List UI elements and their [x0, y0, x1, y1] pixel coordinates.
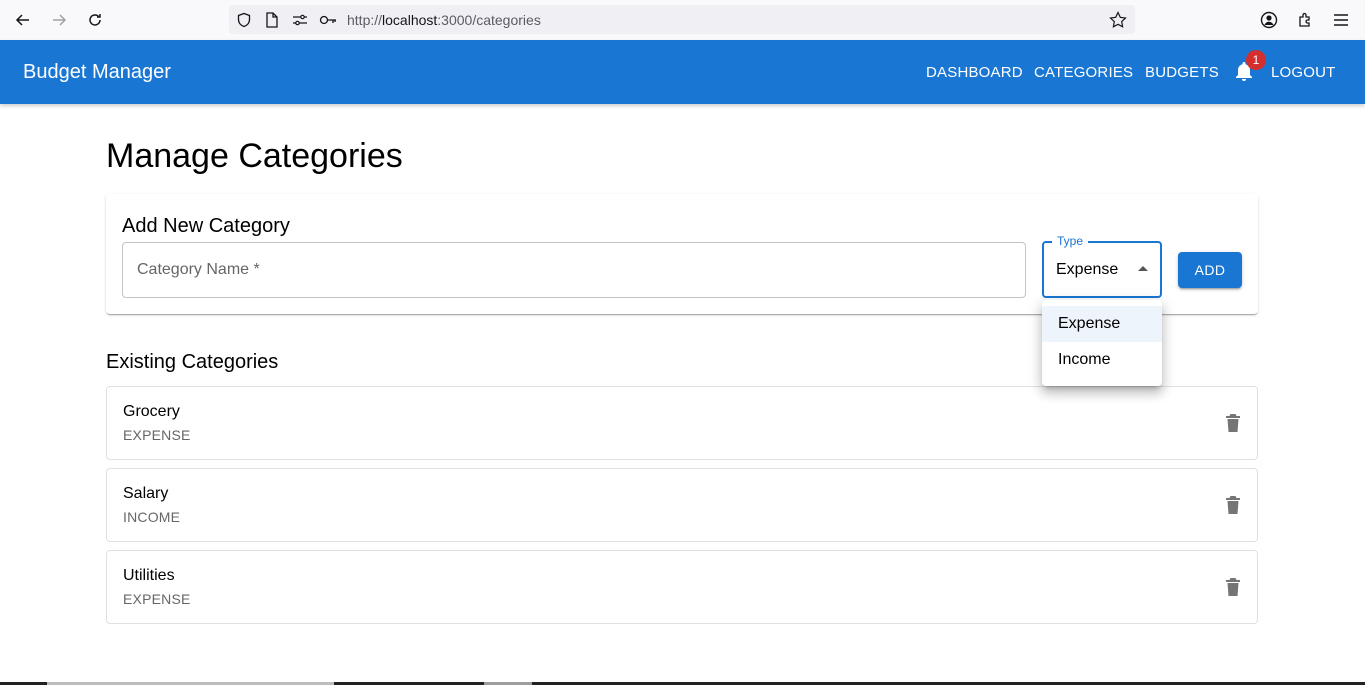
category-type: EXPENSE	[123, 591, 191, 607]
permissions-icon[interactable]	[291, 11, 309, 29]
category-name-input[interactable]: Category Name *	[122, 242, 1026, 298]
caret-up-icon	[1138, 266, 1148, 271]
trash-icon[interactable]	[1225, 495, 1241, 515]
shield-icon[interactable]	[235, 11, 253, 29]
address-bar[interactable]: http://localhost:3000/categories	[229, 5, 1135, 34]
type-option-income[interactable]: Income	[1042, 342, 1162, 378]
list-item: Salary INCOME	[106, 468, 1258, 542]
app-title[interactable]: Budget Manager	[23, 61, 171, 84]
list-item: Utilities EXPENSE	[106, 550, 1258, 624]
category-name-placeholder: Category Name *	[137, 261, 260, 278]
star-icon[interactable]	[1109, 11, 1127, 29]
extensions-icon[interactable]	[1293, 8, 1317, 32]
back-icon[interactable]	[11, 8, 35, 32]
nav-dashboard[interactable]: DASHBOARD	[926, 64, 1023, 81]
browser-toolbar: http://localhost:3000/categories	[0, 0, 1365, 40]
category-type: INCOME	[123, 509, 181, 525]
type-selected-value: Expense	[1056, 261, 1119, 278]
key-icon[interactable]	[319, 11, 337, 29]
category-name: Salary	[123, 485, 169, 502]
category-name: Grocery	[123, 403, 180, 420]
existing-categories-title: Existing Categories	[106, 351, 279, 373]
forward-icon[interactable]	[47, 8, 71, 32]
add-category-card: Add New Category Category Name * Type Ex…	[106, 194, 1258, 314]
menu-icon[interactable]	[1329, 8, 1353, 32]
list-item: Grocery EXPENSE	[106, 386, 1258, 460]
type-label: Type	[1052, 234, 1089, 248]
page-icon[interactable]	[263, 11, 281, 29]
trash-icon[interactable]	[1225, 413, 1241, 433]
page-title: Manage Categories	[106, 137, 403, 175]
category-name: Utilities	[123, 567, 175, 584]
notification-badge: 1	[1246, 50, 1266, 70]
url-text: http://localhost:3000/categories	[347, 12, 541, 28]
trash-icon[interactable]	[1225, 577, 1241, 597]
type-option-expense[interactable]: Expense	[1042, 306, 1162, 342]
account-icon[interactable]	[1257, 8, 1281, 32]
add-category-title: Add New Category	[122, 215, 290, 237]
category-type: EXPENSE	[123, 427, 191, 443]
type-select[interactable]: Type Expense	[1042, 234, 1162, 298]
add-button[interactable]: ADD	[1178, 252, 1242, 288]
app-bar: Budget Manager DASHBOARD CATEGORIES BUDG…	[0, 40, 1365, 104]
logout-link[interactable]: LOGOUT	[1271, 64, 1336, 81]
type-dropdown-menu: Expense Income	[1042, 300, 1162, 386]
nav-budgets[interactable]: BUDGETS	[1145, 64, 1219, 81]
reload-icon[interactable]	[83, 8, 107, 32]
nav-categories[interactable]: CATEGORIES	[1034, 64, 1133, 81]
